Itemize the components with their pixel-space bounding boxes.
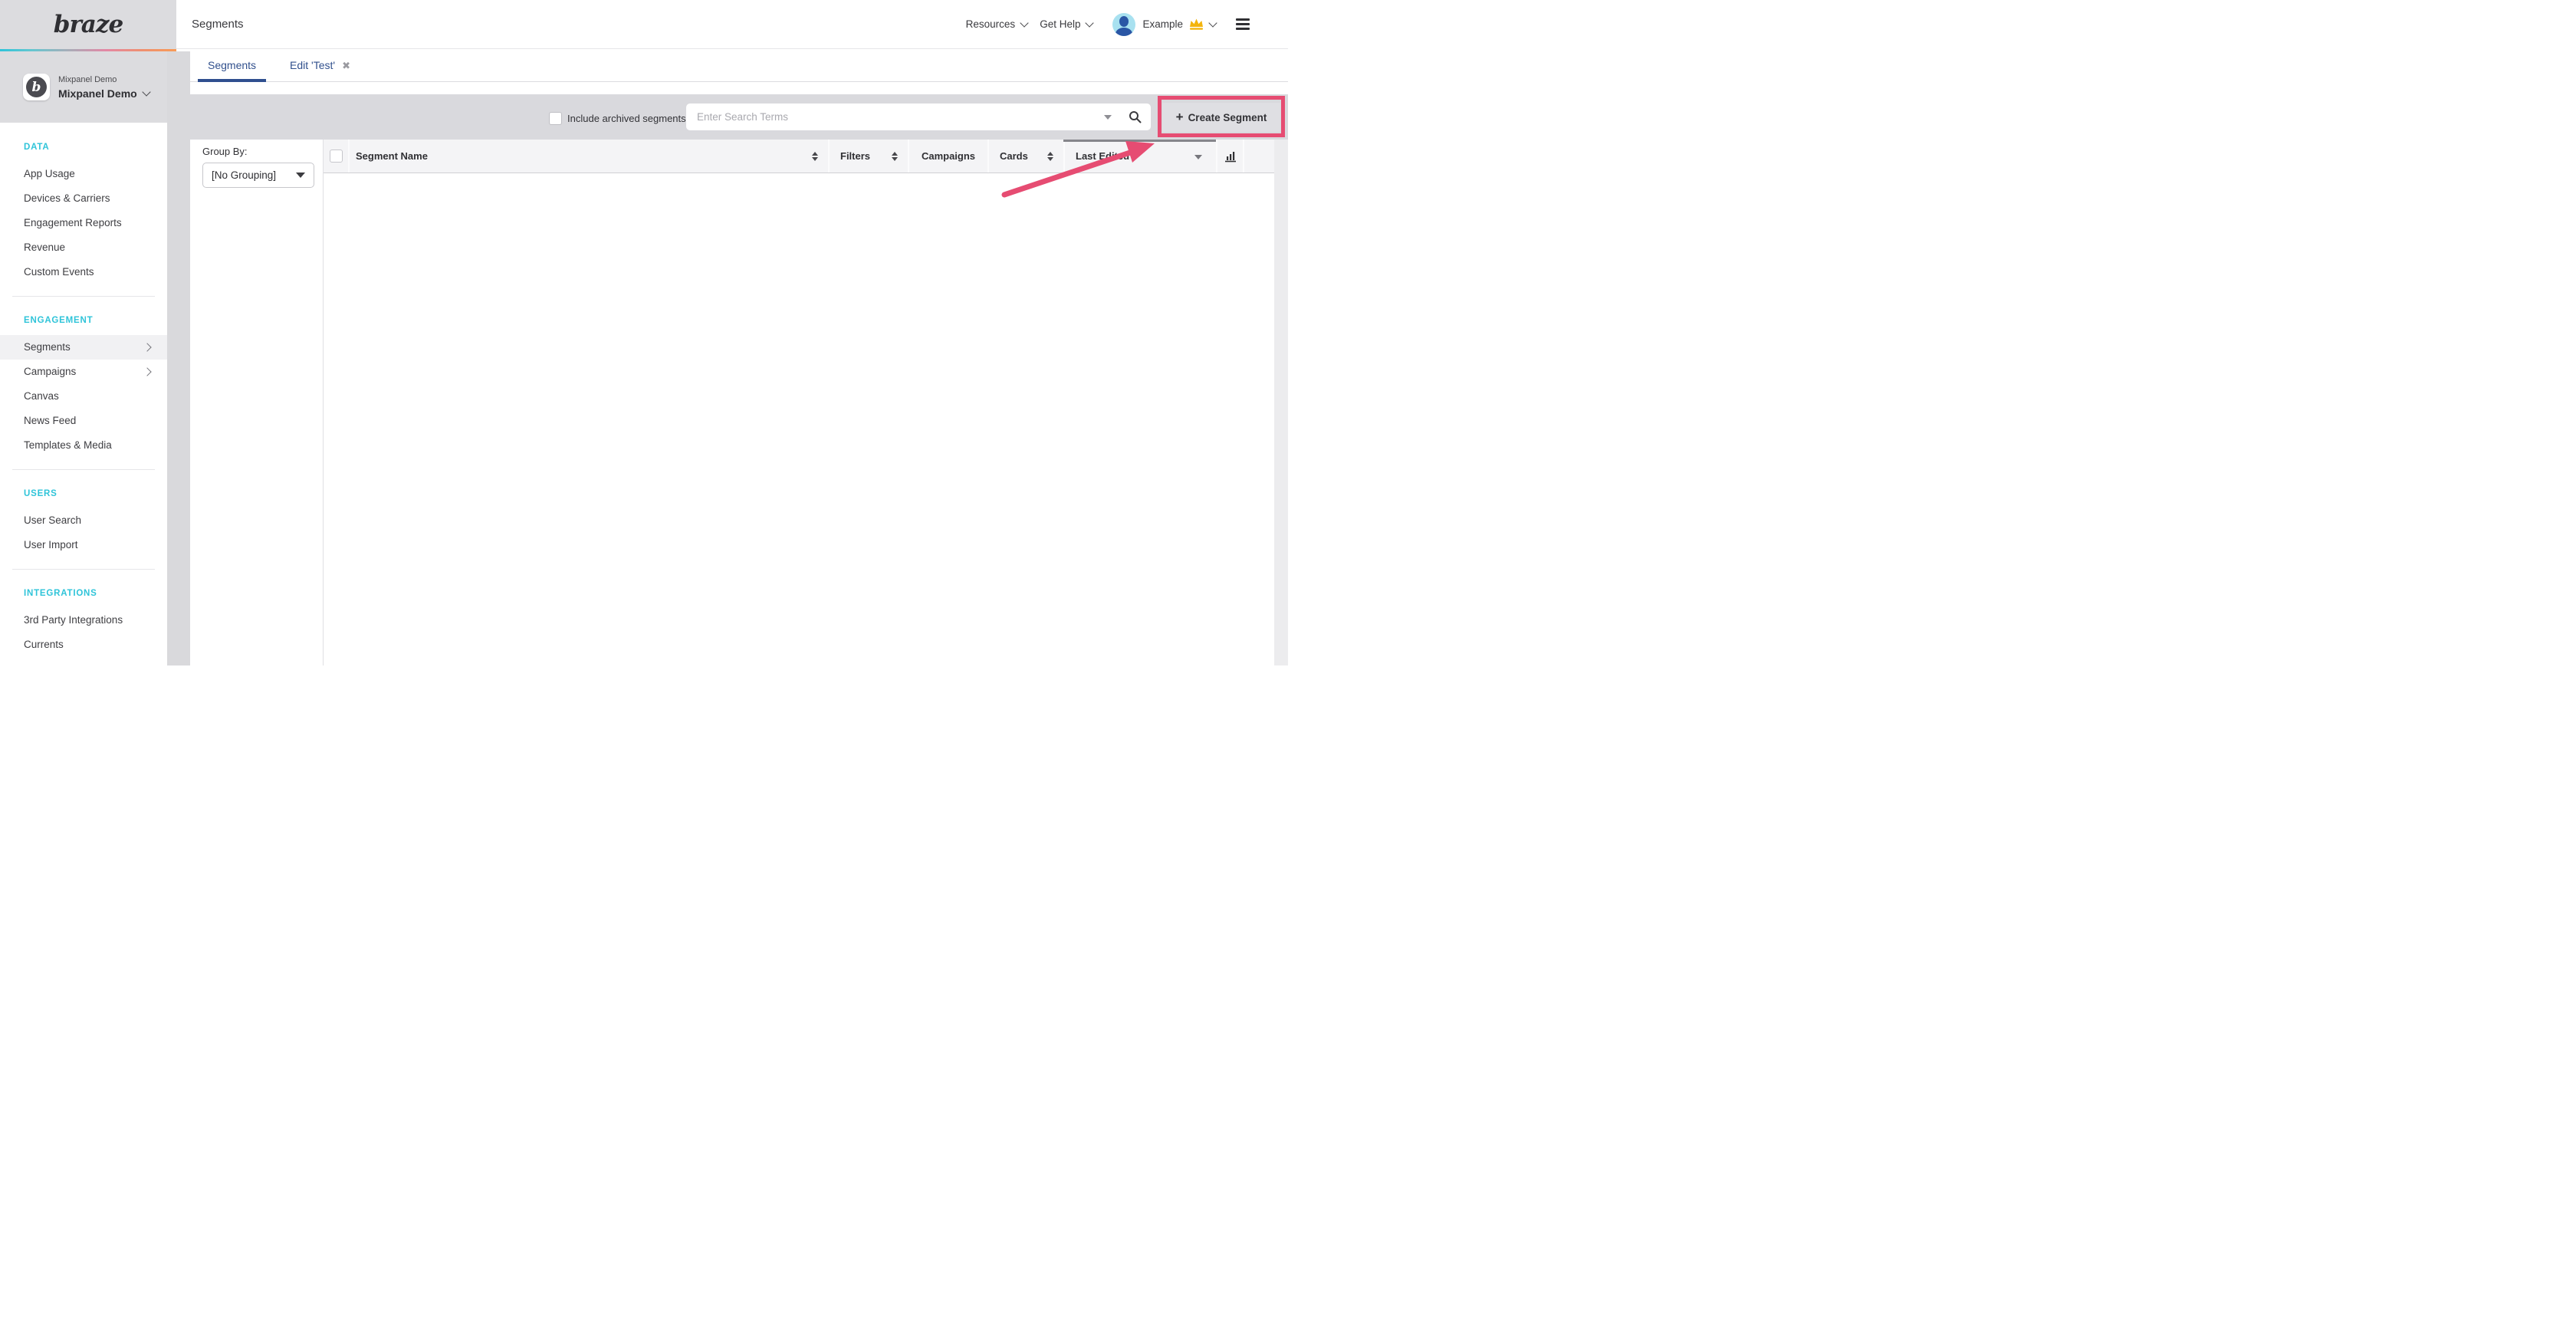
chevron-down-icon bbox=[142, 87, 150, 96]
sidebar-item-engagement-reports[interactable]: Engagement Reports bbox=[0, 211, 167, 235]
column-label: Segment Name bbox=[356, 150, 428, 162]
sidebar-item-user-search[interactable]: User Search bbox=[0, 508, 167, 533]
caret-down-icon[interactable] bbox=[1104, 115, 1112, 120]
sidebar-section-integrations: INTEGRATIONS bbox=[0, 581, 167, 606]
avatar-person-icon bbox=[1116, 28, 1132, 36]
caret-down-icon[interactable] bbox=[1194, 155, 1202, 159]
sidebar-section-engagement: ENGAGEMENT bbox=[0, 308, 167, 333]
braze-app-glyph: b bbox=[26, 77, 47, 97]
sidebar-item-label: Campaigns bbox=[24, 366, 76, 377]
sidebar-gutter bbox=[167, 51, 190, 666]
resources-menu[interactable]: Resources bbox=[966, 18, 1028, 30]
header-cell-last-edited[interactable]: Last Edited bbox=[1063, 140, 1216, 173]
sidebar-section-data: DATA bbox=[0, 135, 167, 159]
get-help-label: Get Help bbox=[1040, 18, 1080, 30]
user-name: Example bbox=[1142, 18, 1183, 30]
resources-label: Resources bbox=[966, 18, 1016, 30]
column-label: Cards bbox=[1000, 150, 1028, 162]
sort-icon[interactable] bbox=[812, 152, 818, 161]
workspace-label: Mixpanel Demo bbox=[58, 75, 150, 84]
sidebar-item-label: Segments bbox=[24, 341, 71, 353]
sidebar-item-devices-carriers[interactable]: Devices & Carriers bbox=[0, 186, 167, 211]
plus-icon: + bbox=[1176, 110, 1184, 123]
header-cell-campaigns[interactable]: Campaigns bbox=[908, 140, 987, 173]
bar-chart-icon bbox=[1224, 150, 1237, 163]
group-by-panel: Group By: [No Grouping] bbox=[190, 140, 324, 666]
column-label: Filters bbox=[840, 150, 870, 162]
crown-icon bbox=[1188, 18, 1204, 31]
create-segment-label: Create Segment bbox=[1188, 112, 1267, 123]
table-right-gutter bbox=[1274, 140, 1288, 666]
sort-icon[interactable] bbox=[892, 152, 898, 161]
workspace-info: Mixpanel Demo Mixpanel Demo bbox=[58, 75, 150, 100]
top-bar: Segments Resources Get Help Example bbox=[176, 0, 1288, 49]
sidebar-item-canvas[interactable]: Canvas bbox=[0, 384, 167, 409]
header-cell-spacer bbox=[1243, 140, 1274, 173]
app-icon: b bbox=[23, 74, 50, 100]
sidebar-item-revenue[interactable]: Revenue bbox=[0, 235, 167, 260]
sidebar-divider bbox=[12, 296, 155, 297]
chevron-down-icon bbox=[1208, 18, 1217, 27]
sidebar-item-campaigns[interactable]: Campaigns bbox=[0, 360, 167, 384]
include-archived-checkbox[interactable] bbox=[549, 112, 562, 125]
search-input[interactable] bbox=[695, 110, 1099, 123]
logo-block: braze bbox=[0, 0, 176, 49]
column-label: Last Edited bbox=[1076, 150, 1129, 162]
chevron-right-icon bbox=[143, 367, 151, 376]
workspace-name-label: Mixpanel Demo bbox=[58, 87, 137, 100]
tab-label: Edit 'Test' bbox=[290, 59, 335, 71]
user-menu[interactable]: Example bbox=[1142, 18, 1216, 31]
page-title: Segments bbox=[192, 18, 244, 31]
header-cell-analytics[interactable] bbox=[1216, 140, 1243, 173]
hamburger-icon[interactable] bbox=[1236, 18, 1250, 30]
create-segment-button[interactable]: + Create Segment bbox=[1162, 103, 1280, 132]
magnifier-icon[interactable] bbox=[1129, 110, 1142, 123]
top-bar-menu: Resources Get Help Example bbox=[966, 13, 1250, 36]
close-icon[interactable]: ✖ bbox=[342, 61, 350, 71]
header-cell-filters[interactable]: Filters bbox=[828, 140, 908, 173]
column-label: Campaigns bbox=[922, 150, 975, 162]
header-cell-select-all bbox=[324, 140, 348, 173]
sort-icon[interactable] bbox=[1047, 152, 1053, 161]
get-help-menu[interactable]: Get Help bbox=[1040, 18, 1092, 30]
user-avatar[interactable] bbox=[1112, 13, 1135, 36]
tab-edit-test[interactable]: Edit 'Test' ✖ bbox=[280, 49, 360, 81]
segment-search bbox=[686, 104, 1151, 130]
sidebar-item-currents[interactable]: Currents bbox=[0, 633, 167, 657]
sidebar-item-templates-media[interactable]: Templates & Media bbox=[0, 433, 167, 458]
header-cell-segment-name[interactable]: Segment Name bbox=[348, 140, 828, 173]
sidebar-item-app-usage[interactable]: App Usage bbox=[0, 162, 167, 186]
group-by-value: [No Grouping] bbox=[212, 169, 276, 181]
active-sort-column-indicator bbox=[1063, 140, 1216, 142]
sidebar-item-news-feed[interactable]: News Feed bbox=[0, 409, 167, 433]
segments-table-header: Segment Name Filters Campaigns Cards Las… bbox=[324, 140, 1274, 173]
tab-label: Segments bbox=[208, 59, 256, 71]
workspace-name: Mixpanel Demo bbox=[58, 87, 150, 100]
sidebar-section-users: USERS bbox=[0, 481, 167, 506]
chevron-down-icon bbox=[1020, 18, 1029, 27]
sidebar-item-3rd-party-integrations[interactable]: 3rd Party Integrations bbox=[0, 608, 167, 633]
select-all-checkbox[interactable] bbox=[330, 150, 343, 163]
tab-segments[interactable]: Segments bbox=[198, 49, 266, 81]
tab-bar: Segments Edit 'Test' ✖ bbox=[190, 49, 1288, 82]
caret-down-icon bbox=[296, 173, 305, 178]
braze-logo[interactable]: braze bbox=[54, 11, 123, 38]
include-archived-label: Include archived segments bbox=[567, 113, 686, 124]
workspace-switcher[interactable]: b Mixpanel Demo Mixpanel Demo bbox=[0, 51, 167, 123]
sidebar-item-user-import[interactable]: User Import bbox=[0, 533, 167, 557]
chevron-right-icon bbox=[143, 343, 151, 351]
sidebar-divider bbox=[12, 469, 155, 470]
sidebar-divider bbox=[12, 569, 155, 570]
sidebar-item-custom-events[interactable]: Custom Events bbox=[0, 260, 167, 284]
group-by-select[interactable]: [No Grouping] bbox=[202, 163, 314, 188]
sidebar: DATA App Usage Devices & Carriers Engage… bbox=[0, 123, 167, 666]
avatar-person-icon bbox=[1119, 16, 1129, 27]
braze-dashboard: braze Segments Resources Get Help Exampl… bbox=[0, 0, 1288, 666]
chevron-down-icon bbox=[1086, 18, 1094, 27]
header-cell-cards[interactable]: Cards bbox=[987, 140, 1063, 173]
sidebar-item-segments[interactable]: Segments bbox=[0, 335, 167, 360]
group-by-label: Group By: bbox=[202, 146, 248, 157]
